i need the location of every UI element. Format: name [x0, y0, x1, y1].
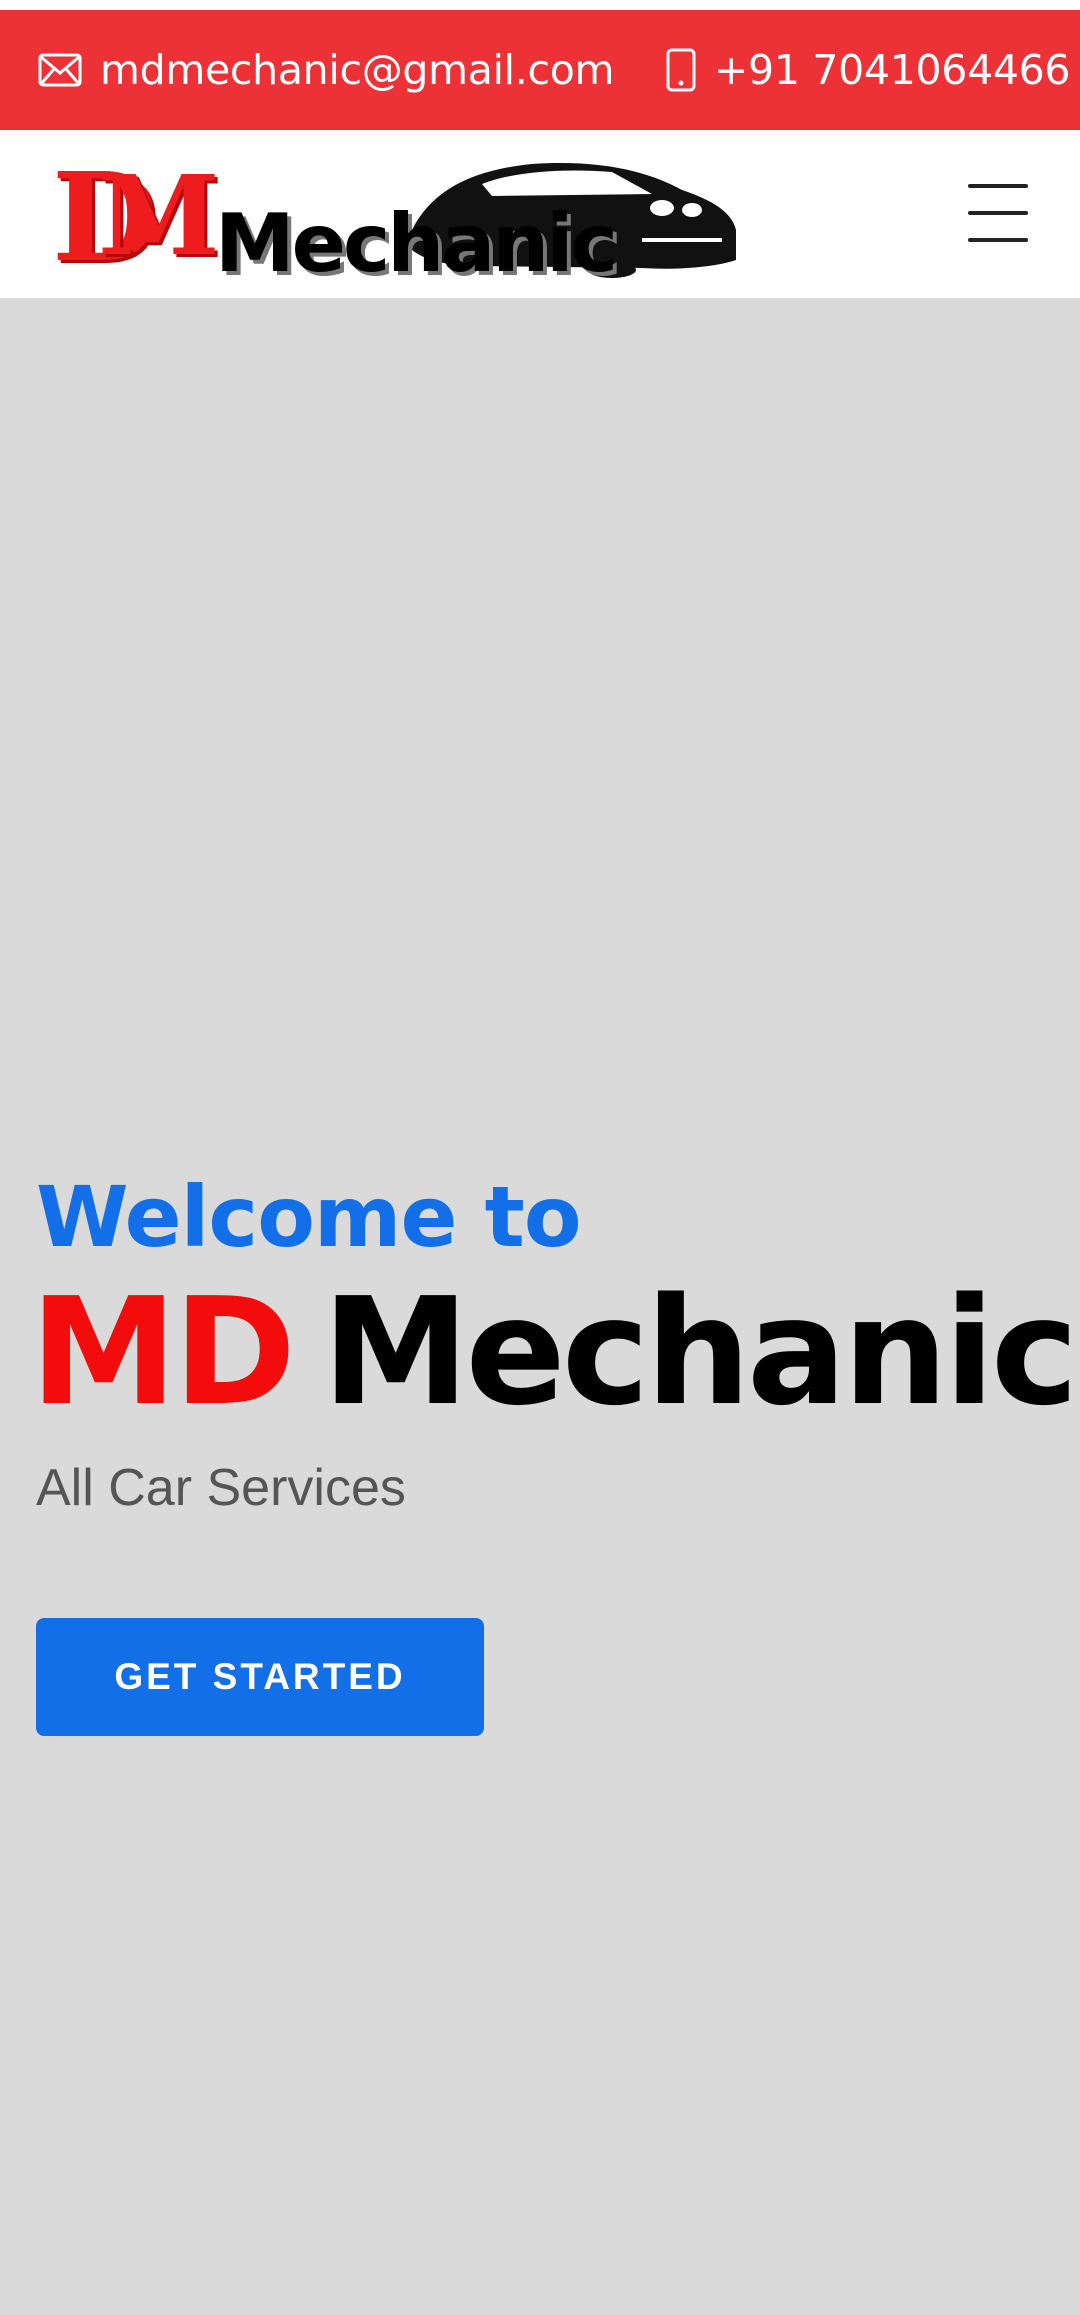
hamburger-menu-icon[interactable] [968, 184, 1034, 242]
email-link[interactable]: mdmechanic@gmail.com [38, 10, 614, 130]
page: mdmechanic@gmail.com +91 7041064466 D D … [0, 0, 1080, 2315]
phone-link[interactable]: +91 7041064466 [666, 10, 1071, 130]
phone-text: +91 7041064466 [714, 46, 1071, 94]
svg-text:M: M [98, 151, 220, 280]
navbar: D D M M Mechanic Mechanic [0, 130, 1080, 298]
hero-section: Welcome to MD Mechanic All Car Services G… [0, 298, 1080, 2315]
hamburger-line [968, 184, 1028, 188]
status-strip [0, 0, 1080, 10]
hamburger-line [968, 238, 1028, 242]
envelope-icon [38, 53, 82, 87]
logo-monogram: D D M M [52, 145, 223, 292]
hero-welcome-text: Welcome to [36, 1168, 582, 1266]
logo[interactable]: D D M M Mechanic Mechanic [52, 145, 742, 294]
logo-wordmark: Mechanic [215, 197, 615, 282]
email-text: mdmechanic@gmail.com [100, 46, 615, 94]
hamburger-line [968, 211, 1028, 215]
hero-brand-secondary: Mechanic [322, 1266, 1078, 1438]
get-started-button[interactable]: GET STARTED [36, 1618, 484, 1736]
hero-brand-primary: MD [30, 1266, 296, 1438]
contact-topbar: mdmechanic@gmail.com +91 7041064466 [0, 10, 1080, 130]
mobile-phone-icon [666, 48, 696, 92]
hero-tagline: All Car Services [36, 1459, 406, 1517]
hero-brand-title: MD Mechanic [30, 1278, 1079, 1426]
